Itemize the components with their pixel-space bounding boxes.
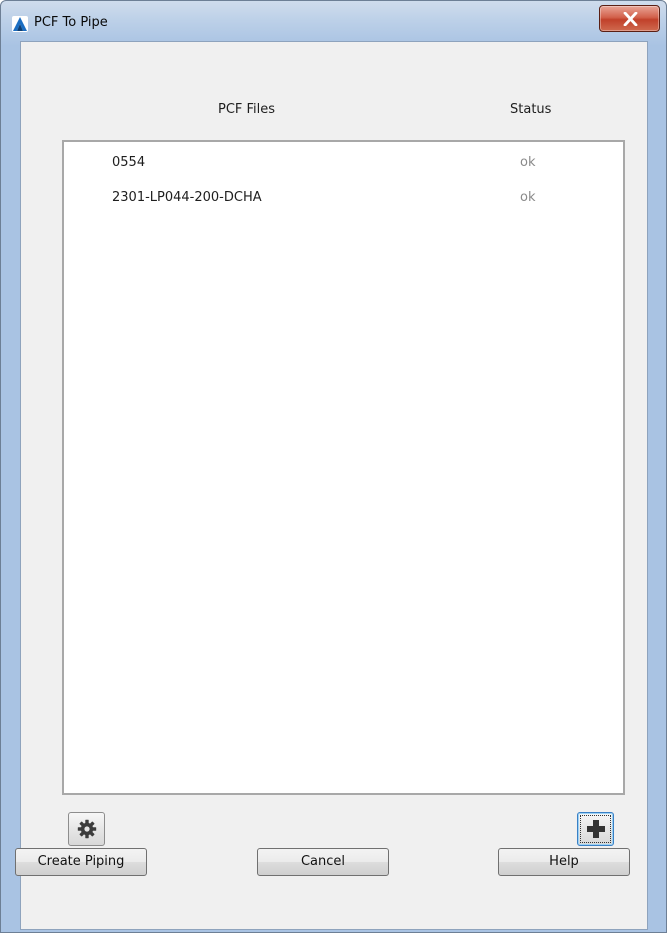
- column-header-status: Status: [510, 102, 552, 117]
- list-item[interactable]: 2301-LP044-200-DCHA ok: [64, 181, 623, 211]
- close-icon: [623, 12, 638, 26]
- close-button[interactable]: [599, 5, 660, 32]
- app-logo-icon: [12, 16, 28, 32]
- window-title: PCF To Pipe: [34, 15, 108, 30]
- settings-button[interactable]: [68, 812, 105, 846]
- title-bar[interactable]: PCF To Pipe: [1, 1, 666, 41]
- dialog-body: PCF Files Status 0554 ok 2301-LP044-200-…: [20, 41, 648, 930]
- create-piping-button[interactable]: Create Piping: [15, 848, 147, 876]
- dialog-window: PCF To Pipe PCF Files Status 0554 ok 230…: [0, 0, 667, 933]
- cancel-button[interactable]: Cancel: [257, 848, 389, 876]
- gear-icon: [77, 819, 96, 839]
- file-status: ok: [520, 190, 536, 205]
- file-name: 2301-LP044-200-DCHA: [112, 190, 262, 205]
- pcf-file-list[interactable]: 0554 ok 2301-LP044-200-DCHA ok: [62, 140, 625, 795]
- list-item[interactable]: 0554 ok: [64, 146, 623, 176]
- file-status: ok: [520, 155, 536, 170]
- help-button[interactable]: Help: [498, 848, 630, 876]
- add-file-button[interactable]: [577, 812, 614, 846]
- column-header-pcf-files: PCF Files: [218, 102, 276, 117]
- file-name: 0554: [112, 155, 146, 170]
- plus-icon: [586, 820, 605, 838]
